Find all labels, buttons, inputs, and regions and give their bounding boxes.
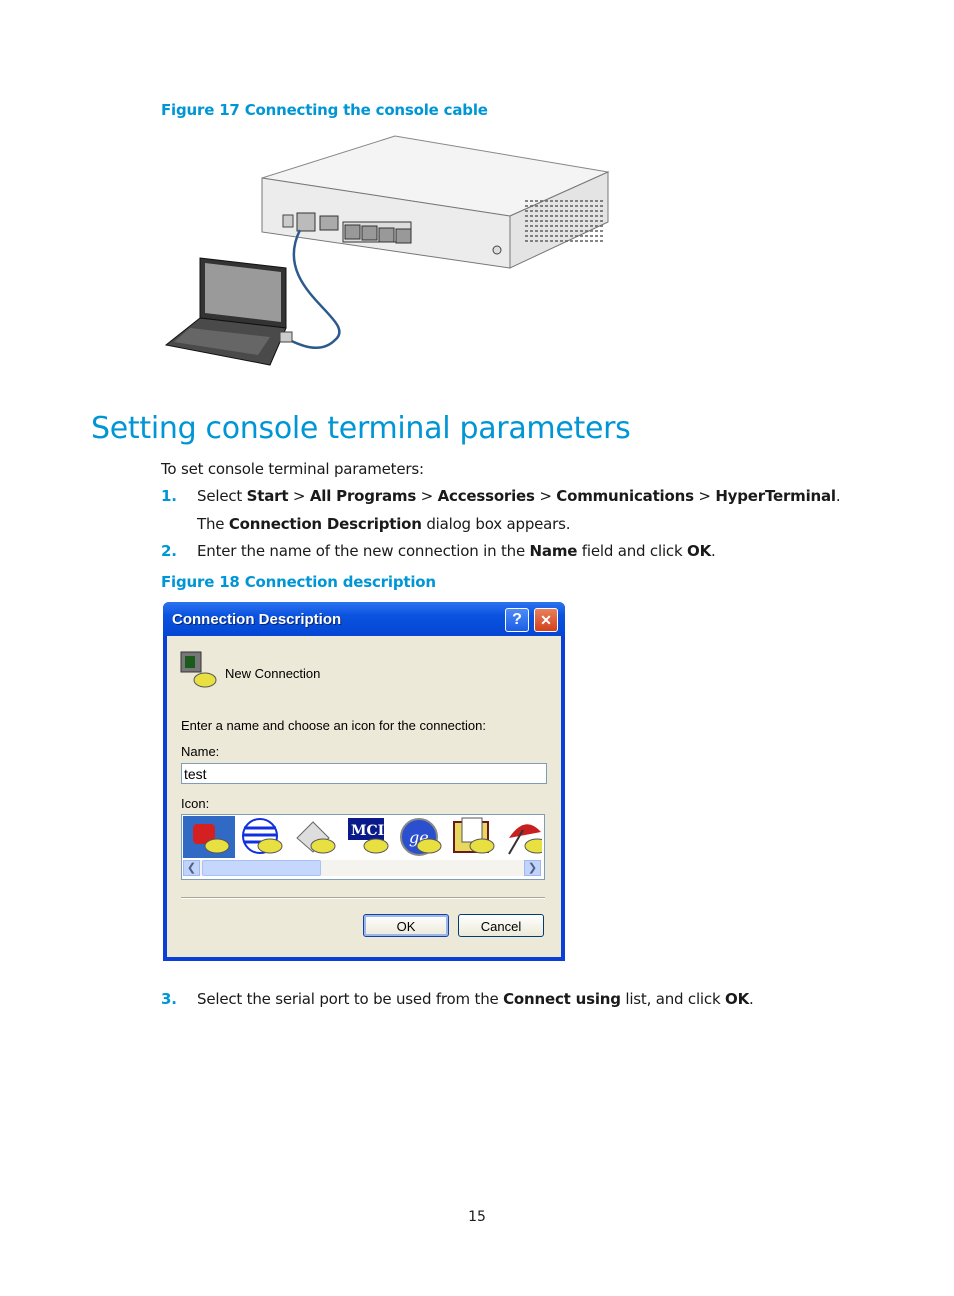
text: > <box>416 487 438 505</box>
menu-hyperterminal: HyperTerminal <box>715 487 836 505</box>
step-number: 2. <box>161 542 177 560</box>
text: > <box>534 487 557 505</box>
dialog-body: New Connection Enter a name and choose a… <box>167 636 561 957</box>
icon-list[interactable]: MCI ge ❮ ❯ <box>181 814 545 880</box>
step-1-note: The Connection Description dialog box ap… <box>197 515 571 533</box>
icon-label: Icon: <box>181 796 210 811</box>
laptop <box>164 257 293 366</box>
documents-icon[interactable] <box>448 816 500 858</box>
connection-description-dialog: Connection Description ? ✕ New Connectio… <box>163 602 565 961</box>
ok-button[interactable]: OK <box>363 914 449 937</box>
scrollbar-thumb[interactable] <box>202 860 321 876</box>
step-1: 1. Select Start > All Programs > Accesso… <box>161 487 841 505</box>
text: > <box>693 487 716 505</box>
help-button[interactable]: ? <box>505 608 529 632</box>
name-label: Name: <box>181 744 220 759</box>
att-globe-icon[interactable] <box>236 816 288 858</box>
divider <box>181 897 545 899</box>
text: dialog box appears. <box>421 515 571 533</box>
list-name: Connect using <box>503 990 621 1008</box>
button-name: OK <box>725 990 749 1008</box>
menu-communications: Communications <box>556 487 694 505</box>
name-input[interactable]: test <box>181 763 547 784</box>
text: . <box>835 487 841 505</box>
dialog-title: Connection Description <box>172 611 342 628</box>
connection-header: New Connection <box>225 666 321 681</box>
text: Select <box>197 487 247 505</box>
red-phone-icon[interactable] <box>183 816 235 858</box>
page-number: 15 <box>468 1209 486 1225</box>
menu-accessories: Accessories <box>437 487 535 505</box>
router-device <box>261 135 610 269</box>
horizontal-scrollbar[interactable]: ❮ ❯ <box>183 860 541 876</box>
svg-text:MCI: MCI <box>351 823 384 839</box>
new-connection-icon <box>180 651 217 688</box>
step-number: 3. <box>161 990 177 1008</box>
scroll-left-button[interactable]: ❮ <box>183 860 200 876</box>
mci-icon[interactable]: MCI <box>342 816 394 858</box>
scroll-right-button[interactable]: ❯ <box>524 860 541 876</box>
close-button[interactable]: ✕ <box>534 608 558 632</box>
text: Select the serial port to be used from t… <box>197 990 504 1008</box>
step-3: 3. Select the serial port to be used fro… <box>161 990 754 1008</box>
umbrella-icon[interactable] <box>501 816 542 858</box>
instruction-text: Enter a name and choose an icon for the … <box>181 718 486 733</box>
dialog-name: Connection Description <box>228 515 422 533</box>
text: Enter the name of the new connection in … <box>197 542 530 560</box>
ge-icon[interactable]: ge <box>395 816 447 858</box>
console-cable <box>284 229 341 350</box>
text: The <box>197 515 229 533</box>
section-title: Setting console terminal parameters <box>91 411 631 446</box>
figure-18-caption: Figure 18 Connection description <box>161 573 436 591</box>
menu-all-programs: All Programs <box>309 487 417 505</box>
console-cable-illustration <box>164 135 610 366</box>
step-number: 1. <box>161 487 177 505</box>
figure-17-caption: Figure 17 Connecting the console cable <box>161 101 488 119</box>
text: list, and click <box>620 990 726 1008</box>
field-name: Name <box>529 542 578 560</box>
step-2: 2. Enter the name of the new connection … <box>161 542 716 560</box>
newspaper-icon[interactable] <box>289 816 341 858</box>
text: . <box>749 990 754 1008</box>
title-bar: Connection Description ? ✕ <box>163 602 565 636</box>
text: field and click <box>577 542 688 560</box>
cancel-button[interactable]: Cancel <box>458 914 544 937</box>
text: . <box>711 542 716 560</box>
text: > <box>288 487 310 505</box>
menu-start: Start <box>246 487 289 505</box>
intro-text: To set console terminal parameters: <box>161 460 424 478</box>
button-name: OK <box>687 542 711 560</box>
